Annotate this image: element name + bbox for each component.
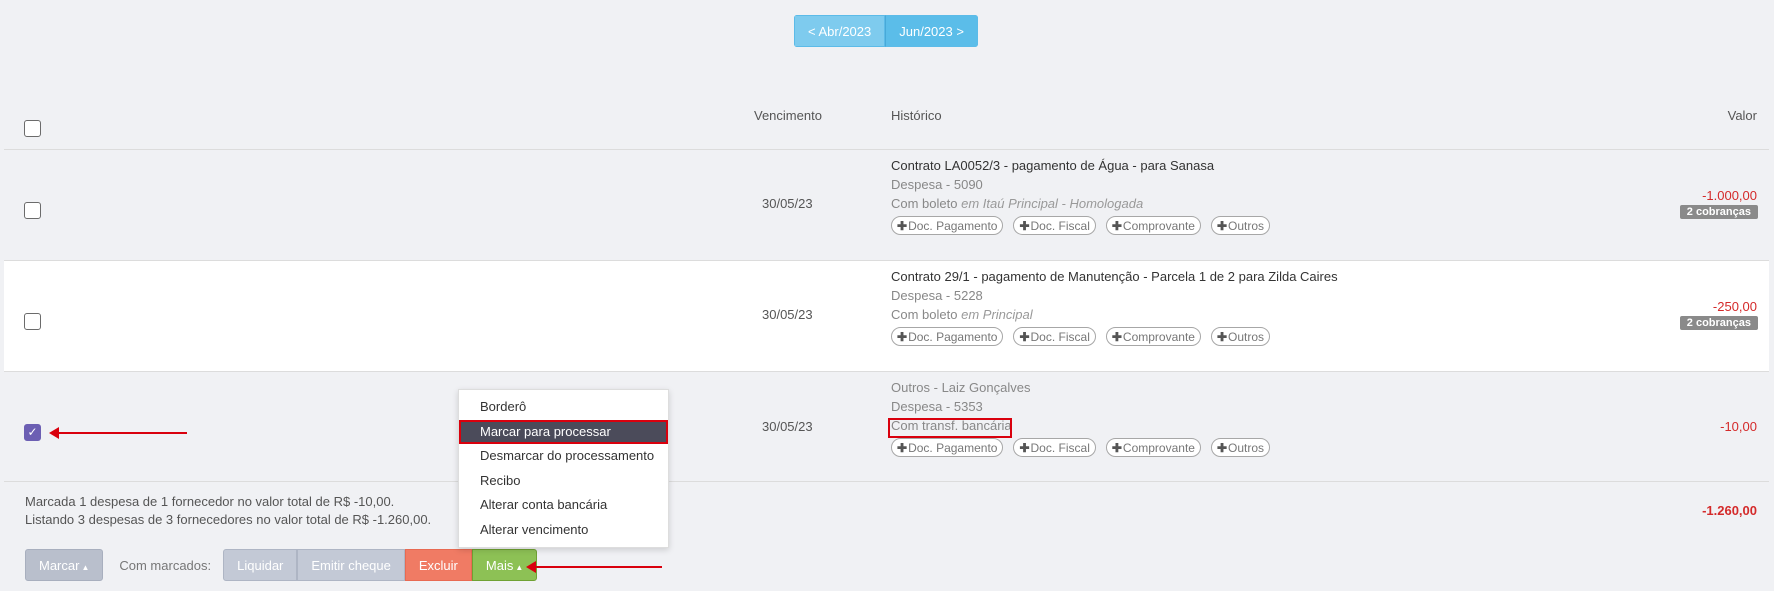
- select-all-checkbox[interactable]: [24, 120, 41, 137]
- add-outros-button[interactable]: ✚Outros: [1210, 327, 1271, 346]
- plus-icon: ✚: [1019, 330, 1030, 344]
- chip-label: Doc. Pagamento: [908, 441, 998, 455]
- add-doc-pagamento-button[interactable]: ✚Doc. Pagamento: [891, 438, 1004, 457]
- row-value: -10,00: [1720, 419, 1757, 434]
- plus-icon: ✚: [1111, 219, 1122, 233]
- add-outros-button[interactable]: ✚Outros: [1210, 438, 1271, 457]
- plus-icon: ✚: [1216, 441, 1228, 455]
- due-date: 30/05/23: [762, 307, 813, 322]
- chip-label: Doc. Pagamento: [908, 219, 998, 233]
- history-title: Outros - Laiz Gonçalves: [891, 380, 1031, 395]
- row-checkbox[interactable]: [24, 313, 41, 330]
- cobrancas-badge[interactable]: 2 cobranças: [1679, 316, 1758, 330]
- period-nav: < Abr/2023 Jun/2023 >: [794, 15, 978, 47]
- chip-label: Doc. Fiscal: [1030, 219, 1090, 233]
- plus-icon: ✚: [1019, 441, 1030, 455]
- menu-item-bordero[interactable]: Borderô: [459, 395, 668, 420]
- plus-icon: ✚: [1216, 219, 1228, 233]
- add-doc-fiscal-button[interactable]: ✚Doc. Fiscal: [1013, 438, 1096, 457]
- payment-method-label: Com boleto: [891, 307, 958, 322]
- emitir-cheque-button[interactable]: Emitir cheque: [297, 549, 405, 581]
- due-date: 30/05/23: [762, 196, 813, 211]
- chip-label: Outros: [1228, 330, 1265, 344]
- payment-method: Com boleto em Itaú Principal - Homologad…: [891, 196, 1270, 215]
- chip-label: Comprovante: [1122, 219, 1195, 233]
- plus-icon: ✚: [1019, 219, 1030, 233]
- row-value: -250,00: [1712, 299, 1757, 314]
- table-row: [4, 371, 1769, 482]
- add-outros-button[interactable]: ✚Outros: [1210, 216, 1271, 235]
- add-comprovante-button[interactable]: ✚Comprovante: [1105, 327, 1201, 346]
- row-checkbox[interactable]: ✓: [24, 424, 41, 441]
- column-header-historico[interactable]: Histórico: [891, 108, 942, 123]
- plus-icon: ✚: [1216, 330, 1228, 344]
- row-checkbox[interactable]: [24, 202, 41, 219]
- column-header-vencimento[interactable]: Vencimento: [754, 108, 822, 123]
- plus-icon: ✚: [897, 330, 908, 344]
- payment-method-label: Com boleto: [891, 196, 958, 211]
- add-comprovante-button[interactable]: ✚Comprovante: [1105, 216, 1201, 235]
- previous-month-button[interactable]: < Abr/2023: [794, 15, 886, 47]
- caret-up-icon: ▲: [81, 563, 90, 572]
- plus-icon: ✚: [897, 441, 908, 455]
- annotation-arrow: [526, 561, 662, 573]
- due-date: 30/05/23: [762, 419, 813, 434]
- history-title: Contrato 29/1 - pagamento de Manutenção …: [891, 269, 1338, 284]
- history-cell: Contrato LA0052/3 - pagamento de Água - …: [891, 158, 1271, 235]
- chip-label: Comprovante: [1122, 330, 1195, 344]
- chip-label: Outros: [1228, 441, 1265, 455]
- history-cell: Contrato 29/1 - pagamento de Manutenção …: [891, 269, 1338, 346]
- attachment-chips: ✚Doc. Pagamento ✚Doc. Fiscal ✚Comprovant…: [891, 438, 1271, 457]
- excluir-button[interactable]: Excluir: [404, 549, 472, 581]
- chip-label: Doc. Fiscal: [1030, 330, 1090, 344]
- menu-item-recibo[interactable]: Recibo: [459, 469, 668, 494]
- add-doc-pagamento-button[interactable]: ✚Doc. Pagamento: [891, 216, 1004, 235]
- menu-item-alterar-vencimento[interactable]: Alterar vencimento: [459, 518, 668, 543]
- bank-account-label: em Principal: [961, 307, 1033, 322]
- chip-label: Comprovante: [1122, 441, 1195, 455]
- bank-account-label: em Itaú Principal - Homologada: [961, 196, 1144, 211]
- plus-icon: ✚: [897, 219, 908, 233]
- bulk-actions-bar: Marcar ▲ Com marcados: Liquidar Emitir ch…: [25, 549, 538, 581]
- liquidar-button[interactable]: Liquidar: [223, 549, 298, 581]
- plus-icon: ✚: [1111, 330, 1122, 344]
- menu-item-alterar-conta-bancaria[interactable]: Alterar conta bancária: [459, 493, 668, 518]
- annotation-arrow: [49, 427, 187, 439]
- attachment-chips: ✚Doc. Pagamento ✚Doc. Fiscal ✚Comprovant…: [891, 327, 1338, 346]
- attachment-chips: ✚Doc. Pagamento ✚Doc. Fiscal ✚Comprovant…: [891, 216, 1271, 235]
- next-month-button[interactable]: Jun/2023 >: [885, 15, 978, 47]
- plus-icon: ✚: [1111, 441, 1122, 455]
- column-header-valor[interactable]: Valor: [1728, 108, 1757, 123]
- payment-method: Com boleto em Principal: [891, 307, 1338, 326]
- listing-summary: Listando 3 despesas de 3 fornecedores no…: [25, 512, 432, 527]
- despesa-id: Despesa - 5090: [891, 177, 983, 192]
- marked-actions-group: Liquidar Emitir cheque Excluir Mais ▲: [223, 549, 538, 581]
- despesa-id: Despesa - 5228: [891, 288, 983, 303]
- add-doc-fiscal-button[interactable]: ✚Doc. Fiscal: [1013, 216, 1096, 235]
- com-marcados-label: Com marcados:: [119, 557, 212, 573]
- grand-total: -1.260,00: [1702, 503, 1757, 518]
- chip-label: Doc. Fiscal: [1030, 441, 1090, 455]
- caret-up-icon: ▲: [515, 563, 524, 572]
- highlight-box: [888, 418, 1012, 438]
- marcar-button[interactable]: Marcar ▲: [25, 549, 104, 581]
- row-value: -1.000,00: [1702, 188, 1757, 203]
- menu-item-desmarcar-processamento[interactable]: Desmarcar do processamento: [459, 444, 668, 469]
- add-doc-pagamento-button[interactable]: ✚Doc. Pagamento: [891, 327, 1004, 346]
- chip-label: Doc. Pagamento: [908, 330, 998, 344]
- marcar-label: Marcar: [39, 558, 80, 573]
- selection-summary: Marcada 1 despesa de 1 fornecedor no val…: [25, 494, 395, 509]
- mais-dropdown-menu: Borderô Marcar para processar Desmarcar …: [458, 389, 669, 548]
- chip-label: Outros: [1228, 219, 1265, 233]
- add-doc-fiscal-button[interactable]: ✚Doc. Fiscal: [1013, 327, 1096, 346]
- mais-label: Mais: [485, 558, 514, 573]
- table-row: [4, 149, 1769, 260]
- menu-item-marcar-para-processar[interactable]: Marcar para processar: [459, 419, 668, 444]
- add-comprovante-button[interactable]: ✚Comprovante: [1105, 438, 1201, 457]
- cobrancas-badge[interactable]: 2 cobranças: [1679, 205, 1758, 219]
- table-row: [4, 260, 1769, 371]
- history-title: Contrato LA0052/3 - pagamento de Água - …: [891, 158, 1215, 173]
- despesa-id: Despesa - 5353: [891, 399, 983, 414]
